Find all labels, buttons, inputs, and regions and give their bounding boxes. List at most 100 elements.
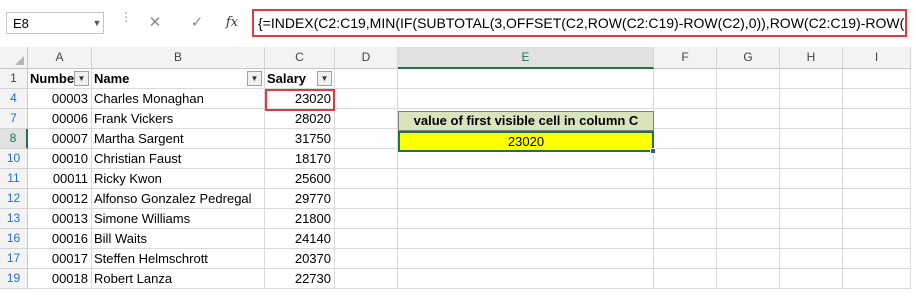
- empty-cell[interactable]: [398, 149, 654, 169]
- filter-dropdown-icon[interactable]: ▼: [247, 71, 262, 86]
- empty-cell[interactable]: [717, 89, 780, 109]
- empty-cell[interactable]: [717, 169, 780, 189]
- name-box-dropdown-icon[interactable]: ▼: [91, 12, 103, 34]
- empty-cell[interactable]: [335, 209, 398, 229]
- empty-cell[interactable]: [398, 249, 654, 269]
- empty-cell[interactable]: [717, 69, 780, 89]
- cell-number[interactable]: 00018: [28, 269, 92, 289]
- cell-name[interactable]: Robert Lanza: [92, 269, 265, 289]
- header-cell-name[interactable]: Name ▼: [92, 69, 265, 89]
- empty-cell[interactable]: [843, 169, 911, 189]
- empty-cell[interactable]: [843, 229, 911, 249]
- enter-icon[interactable]: ✓: [185, 12, 209, 34]
- cell-name[interactable]: Steffen Helmschrott: [92, 249, 265, 269]
- empty-cell[interactable]: [654, 209, 717, 229]
- filter-active-icon[interactable]: ▼: [317, 71, 332, 86]
- formula-bar-grip-icon[interactable]: ⋮: [120, 11, 132, 32]
- empty-cell[interactable]: [843, 89, 911, 109]
- empty-cell[interactable]: [398, 189, 654, 209]
- empty-cell[interactable]: [717, 229, 780, 249]
- empty-cell[interactable]: [335, 169, 398, 189]
- cell-number[interactable]: 00013: [28, 209, 92, 229]
- select-all-corner[interactable]: [0, 47, 28, 69]
- empty-cell[interactable]: [335, 69, 398, 89]
- header-cell-number[interactable]: Numbe ▼: [28, 69, 92, 89]
- column-header-i[interactable]: I: [843, 47, 911, 69]
- row-header-11[interactable]: 11: [0, 169, 28, 189]
- empty-cell[interactable]: [780, 149, 843, 169]
- empty-cell[interactable]: [780, 249, 843, 269]
- empty-cell[interactable]: [335, 269, 398, 289]
- empty-cell[interactable]: [335, 129, 398, 149]
- empty-cell[interactable]: [780, 209, 843, 229]
- column-header-g[interactable]: G: [717, 47, 780, 69]
- empty-cell[interactable]: [780, 189, 843, 209]
- insert-function-icon[interactable]: fx: [220, 12, 244, 34]
- column-header-e[interactable]: E: [398, 47, 654, 69]
- column-header-h[interactable]: H: [780, 47, 843, 69]
- row-header-16[interactable]: 16: [0, 229, 28, 249]
- cell-number[interactable]: 00003: [28, 89, 92, 109]
- empty-cell[interactable]: [717, 109, 780, 129]
- empty-cell[interactable]: [780, 69, 843, 89]
- empty-cell[interactable]: [398, 89, 654, 109]
- empty-cell[interactable]: [335, 189, 398, 209]
- cell-name[interactable]: Alfonso Gonzalez Pedregal: [92, 189, 265, 209]
- filter-dropdown-icon[interactable]: ▼: [74, 71, 89, 86]
- cell-number[interactable]: 00006: [28, 109, 92, 129]
- cell-salary[interactable]: 25600: [265, 169, 335, 189]
- empty-cell[interactable]: [654, 69, 717, 89]
- row-header-13[interactable]: 13: [0, 209, 28, 229]
- empty-cell[interactable]: [654, 189, 717, 209]
- row-header-19[interactable]: 19: [0, 269, 28, 289]
- empty-cell[interactable]: [843, 129, 911, 149]
- cell-number[interactable]: 00012: [28, 189, 92, 209]
- empty-cell[interactable]: [780, 269, 843, 289]
- empty-cell[interactable]: [843, 249, 911, 269]
- empty-cell[interactable]: [654, 229, 717, 249]
- empty-cell[interactable]: [398, 69, 654, 89]
- empty-cell[interactable]: [843, 149, 911, 169]
- row-header-10[interactable]: 10: [0, 149, 28, 169]
- empty-cell[interactable]: [654, 149, 717, 169]
- empty-cell[interactable]: [335, 109, 398, 129]
- row-header-17[interactable]: 17: [0, 249, 28, 269]
- empty-cell[interactable]: [717, 249, 780, 269]
- empty-cell[interactable]: [654, 169, 717, 189]
- cell-number[interactable]: 00007: [28, 129, 92, 149]
- empty-cell[interactable]: [398, 229, 654, 249]
- column-header-a[interactable]: A: [28, 47, 92, 69]
- cell-salary[interactable]: 18170: [265, 149, 335, 169]
- empty-cell[interactable]: [780, 229, 843, 249]
- column-header-d[interactable]: D: [335, 47, 398, 69]
- formula-input[interactable]: {=INDEX(C2:C19,MIN(IF(SUBTOTAL(3,OFFSET(…: [252, 9, 907, 37]
- cell-salary[interactable]: 24140: [265, 229, 335, 249]
- column-header-f[interactable]: F: [654, 47, 717, 69]
- empty-cell[interactable]: [717, 149, 780, 169]
- cell-salary[interactable]: 21800: [265, 209, 335, 229]
- row-header-4[interactable]: 4: [0, 89, 28, 109]
- cell-number[interactable]: 00016: [28, 229, 92, 249]
- cell-salary[interactable]: 20370: [265, 249, 335, 269]
- column-header-b[interactable]: B: [92, 47, 265, 69]
- empty-cell[interactable]: [780, 89, 843, 109]
- empty-cell[interactable]: [717, 209, 780, 229]
- cell-number[interactable]: 00017: [28, 249, 92, 269]
- row-header-8[interactable]: 8: [0, 129, 28, 149]
- cell-name[interactable]: Bill Waits: [92, 229, 265, 249]
- empty-cell[interactable]: [654, 249, 717, 269]
- empty-cell[interactable]: [717, 269, 780, 289]
- cancel-icon[interactable]: ✕: [143, 12, 167, 34]
- cell-salary[interactable]: 22730: [265, 269, 335, 289]
- empty-cell[interactable]: [717, 129, 780, 149]
- empty-cell[interactable]: [843, 189, 911, 209]
- empty-cell[interactable]: [780, 109, 843, 129]
- row-header-1[interactable]: 1: [0, 69, 28, 89]
- empty-cell[interactable]: [780, 129, 843, 149]
- empty-cell[interactable]: [335, 89, 398, 109]
- row-header-7[interactable]: 7: [0, 109, 28, 129]
- cell-salary[interactable]: 31750: [265, 129, 335, 149]
- empty-cell[interactable]: [843, 109, 911, 129]
- empty-cell[interactable]: [780, 169, 843, 189]
- empty-cell[interactable]: [843, 209, 911, 229]
